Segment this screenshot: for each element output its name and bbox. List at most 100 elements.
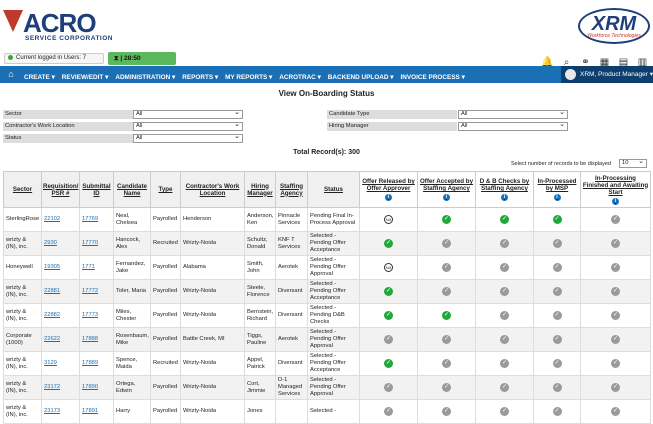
location-label: Contractor's Work Location	[3, 122, 133, 131]
cell-location: Battle Creek, MI	[180, 327, 245, 352]
cell-requisition[interactable]: 3129	[41, 351, 80, 376]
cell-requisition[interactable]: 2930	[41, 231, 80, 256]
acro-logo[interactable]: ACRO SERVICE CORPORATION	[3, 8, 123, 42]
cell-status: Selected - Pending Offer Approval	[307, 255, 360, 280]
cell-requisition[interactable]: 22882	[41, 303, 80, 328]
online-dot-icon	[8, 54, 13, 60]
per-page-select[interactable]: 10	[619, 158, 647, 168]
cell-in-processing-finished: ✓	[580, 207, 651, 232]
cell-hiring-manager: Appel, Patrick	[244, 351, 276, 376]
xrm-logo[interactable]: XRM Workforce Technologies	[578, 8, 650, 44]
cell-requisition[interactable]: 23173	[41, 399, 80, 424]
cell-staffing-agency: KNF T Services	[275, 231, 308, 256]
cell-requisition[interactable]: 22622	[41, 327, 80, 352]
cell-sector: wrizty & (IN), inc.	[3, 279, 42, 304]
col-header-in-processing-finished[interactable]: In-Processing Finished and Awaiting Star…	[580, 171, 651, 208]
cell-staffing-agency: Aerotek	[275, 327, 308, 352]
cell-submittal[interactable]: 17770	[79, 231, 114, 256]
check-pending-icon: ✓	[384, 407, 393, 416]
col-header-offer-accepted[interactable]: Offer Accepted by Staffing Agency i	[417, 171, 476, 208]
cell-staffing-agency: Diversant	[275, 279, 308, 304]
col-header-sector[interactable]: Sector	[3, 171, 42, 208]
check-pending-icon: ✓	[611, 359, 620, 368]
check-pending-icon: ✓	[611, 383, 620, 392]
cell-offer-released: ✓	[359, 351, 418, 376]
col-header-candidate[interactable]: Candidate Name	[113, 171, 151, 208]
col-header-db-checks-label: D & B Checks by Staffing Agency	[479, 178, 530, 192]
user-menu[interactable]: XRM, Product Manager ▾	[561, 66, 653, 83]
cell-candidate-name: Ortega, Edwin	[113, 375, 151, 400]
cell-in-processing-finished: ✓	[580, 327, 651, 352]
xrm-logo-subtitle: Workforce Technologies	[587, 33, 641, 39]
nav-reports[interactable]: REPORTS ▾	[182, 69, 218, 86]
nav-administration[interactable]: ADMINISTRATION ▾	[115, 69, 175, 86]
info-icon[interactable]: i	[501, 194, 508, 201]
cell-db-checks: ✓	[475, 303, 534, 328]
col-header-in-processed[interactable]: In-Processed by MSP i	[533, 171, 581, 208]
cell-submittal[interactable]: 17773	[79, 303, 114, 328]
cell-submittal[interactable]: 17769	[79, 207, 114, 232]
sector-label: Sector	[3, 110, 133, 119]
home-icon[interactable]: ⌂	[4, 68, 18, 81]
col-header-type[interactable]: Type	[150, 171, 181, 208]
col-header-requisition[interactable]: Requisition/ PSR #	[41, 171, 80, 208]
cell-submittal[interactable]: 17888	[79, 327, 114, 352]
check-pending-icon: ✓	[442, 239, 451, 248]
filter-row-3: Status All	[0, 133, 653, 143]
cell-status: Selected - Pending Offer Approval	[307, 375, 360, 400]
nav-create[interactable]: CREATE ▾	[24, 69, 55, 86]
cell-in-processed: ✓	[533, 279, 581, 304]
cell-candidate-name: Miles, Chester	[113, 303, 151, 328]
col-header-in-processed-label: In-Processed by MSP	[537, 178, 577, 192]
col-header-location[interactable]: Contractor's Work Location	[180, 171, 245, 208]
col-header-db-checks[interactable]: D & B Checks by Staffing Agency i	[475, 171, 534, 208]
col-header-submittal[interactable]: Submittal ID	[79, 171, 114, 208]
col-header-offer-released[interactable]: Offer Released by Offer Approver i	[359, 171, 418, 208]
cell-db-checks: ✓	[475, 231, 534, 256]
cell-submittal[interactable]: 17889	[79, 351, 114, 376]
info-icon[interactable]: i	[443, 194, 450, 201]
cell-requisition[interactable]: 19305	[41, 255, 80, 280]
table-row: wrizty & (IN), inc. 3129 17889 Spence, Maid…	[3, 351, 651, 376]
hiring-manager-select[interactable]: All	[458, 121, 568, 131]
table-row: wrizty & (IN), inc. 22881 17772 Toler, Mari…	[3, 279, 651, 304]
cell-submittal[interactable]: 17890	[79, 375, 114, 400]
cell-candidate-name: Rosenbaum, Mike	[113, 327, 151, 352]
cell-offer-accepted: ✓	[417, 255, 476, 280]
check-pending-icon: ✓	[552, 311, 562, 320]
col-header-staffing-agency[interactable]: Staffing Agency	[275, 171, 308, 208]
cell-status: Selected - Pending Offer Acceptance	[307, 279, 360, 304]
cell-db-checks: ✓	[475, 327, 534, 352]
location-select[interactable]: All	[133, 121, 243, 131]
cell-in-processing-finished: ✓	[580, 375, 651, 400]
cell-submittal[interactable]: 1771	[79, 255, 114, 280]
cell-submittal[interactable]: 17772	[79, 279, 114, 304]
col-header-status[interactable]: Status	[307, 171, 360, 208]
info-icon[interactable]: i	[612, 197, 619, 205]
cell-submittal[interactable]: 17891	[79, 399, 114, 424]
acro-logo-mark-icon	[3, 10, 23, 32]
sector-select[interactable]: All	[133, 109, 243, 119]
cell-requisition[interactable]: 22102	[41, 207, 80, 232]
info-icon[interactable]: i	[553, 194, 561, 201]
cell-offer-accepted: ✓	[417, 351, 476, 376]
cell-offer-released: NA	[359, 207, 418, 232]
nav-backend-upload[interactable]: BACKEND UPLOAD ▾	[328, 69, 394, 86]
info-icon[interactable]: i	[385, 194, 392, 201]
nav-review-edit[interactable]: REVIEW/EDIT ▾	[62, 69, 109, 86]
cell-type: Recruited	[150, 231, 181, 256]
col-header-hiring-manager[interactable]: Hiring Manager	[244, 171, 276, 208]
cell-requisition[interactable]: 23172	[41, 375, 80, 400]
cell-type: Payrolled	[150, 399, 181, 424]
nav-invoice-process[interactable]: INVOICE PROCESS ▾	[401, 69, 465, 86]
status-select[interactable]: All	[133, 133, 243, 143]
cell-offer-accepted: ✓	[417, 375, 476, 400]
cell-requisition[interactable]: 22881	[41, 279, 80, 304]
nav-my-reports[interactable]: MY REPORTS ▾	[225, 69, 272, 86]
cell-candidate-name: Harry	[113, 399, 151, 424]
cell-staffing-agency	[275, 399, 308, 424]
candidate-type-select[interactable]: All	[458, 109, 568, 119]
check-complete-icon: ✓	[442, 215, 451, 224]
nav-acrotrac[interactable]: ACROTRAC ▾	[279, 69, 321, 86]
user-menu-label: XRM, Product Manager ▾	[580, 71, 653, 78]
